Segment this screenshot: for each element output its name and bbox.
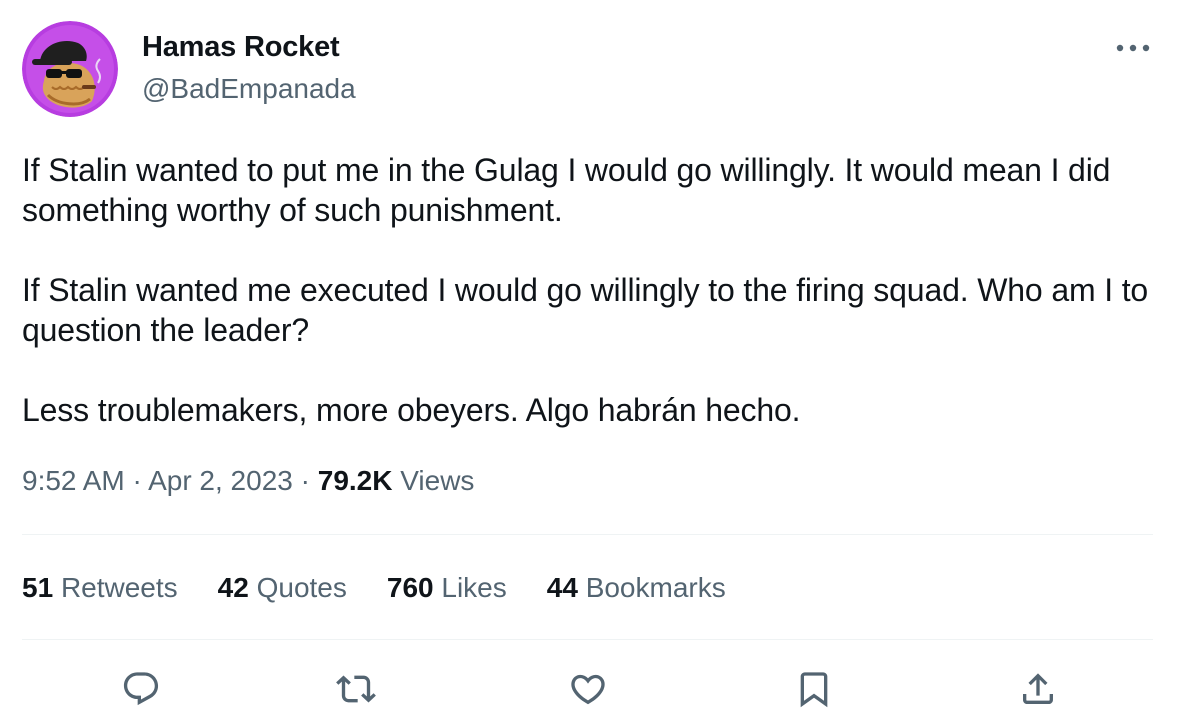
likes-label: Likes <box>441 572 507 603</box>
views-label: Views <box>400 465 475 496</box>
retweets-label: Retweets <box>60 572 178 603</box>
tweet-card: Hamas Rocket @BadEmpanada If Stalin want… <box>0 0 1185 721</box>
retweet-button[interactable] <box>332 665 380 713</box>
likes-stat[interactable]: 760 Likes <box>387 570 507 606</box>
retweets-stat[interactable]: 51 Retweets <box>22 570 178 606</box>
bookmark-button[interactable] <box>790 665 838 713</box>
bookmarks-count: 44 <box>546 572 578 603</box>
like-button[interactable] <box>564 665 612 713</box>
likes-count: 760 <box>386 572 434 603</box>
share-button[interactable] <box>1014 665 1062 713</box>
more-options-button[interactable] <box>1108 28 1158 68</box>
share-icon <box>1023 673 1053 704</box>
tweet-time[interactable]: 9:52 AM <box>22 465 125 496</box>
quotes-label: Quotes <box>256 572 347 603</box>
action-bar <box>0 665 1185 713</box>
author-name[interactable]: Hamas Rocket <box>142 30 340 64</box>
tweet-paragraph: Less troublemakers, more obeyers. Algo h… <box>22 392 801 428</box>
reply-icon <box>123 672 159 706</box>
avatar-image <box>22 21 118 117</box>
tweet-paragraph: If Stalin wanted to put me in the Gulag … <box>22 152 1111 228</box>
avatar[interactable] <box>22 21 118 117</box>
tweet-text: If Stalin wanted to put me in the Gulag … <box>22 150 1162 430</box>
tweet-date[interactable]: Apr 2, 2023 <box>148 465 293 496</box>
tweet-paragraph: If Stalin wanted me executed I would go … <box>22 272 1149 348</box>
reply-button[interactable] <box>117 665 165 713</box>
meta-separator: · <box>132 465 142 496</box>
tweet-meta: 9:52 AM · Apr 2, 2023 · 79.2K Views <box>22 463 474 499</box>
bookmarks-label: Bookmarks <box>585 572 726 603</box>
bookmarks-stat[interactable]: 44 Bookmarks <box>547 570 726 606</box>
bookmark-icon <box>800 672 828 708</box>
retweet-icon <box>336 675 376 703</box>
quotes-stat[interactable]: 42 Quotes <box>218 570 347 606</box>
author-handle[interactable]: @BadEmpanada <box>142 72 356 106</box>
divider <box>22 639 1153 640</box>
divider <box>22 534 1153 535</box>
tweet-stats: 51 Retweets 42 Quotes 760 Likes 44 Bookm… <box>22 570 766 606</box>
ellipsis-icon <box>1116 44 1150 52</box>
retweets-count: 51 <box>22 572 54 603</box>
like-icon <box>571 674 605 705</box>
quotes-count: 42 <box>217 572 249 603</box>
views-count: 79.2K <box>317 465 393 496</box>
meta-separator: · <box>300 465 310 496</box>
